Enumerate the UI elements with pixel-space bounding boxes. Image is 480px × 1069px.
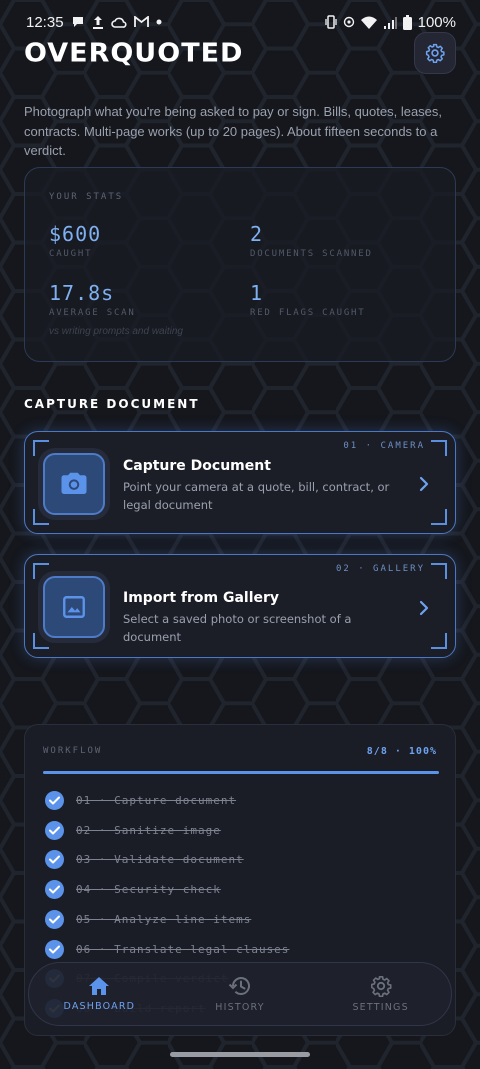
workflow-step: 02 · Sanitize image	[45, 820, 221, 840]
upload-icon	[92, 15, 104, 29]
workflow-step-label: 05 · Analyze line items	[76, 912, 252, 926]
stat-caught: $600 CAUGHT	[49, 222, 101, 259]
workflow-step: 06 · Translate legal clauses	[45, 939, 290, 959]
workflow-step: 01 · Capture document	[45, 791, 236, 810]
check-circle-icon	[45, 939, 64, 959]
gallery-card-subtitle: Select a saved photo or screenshot of a …	[123, 612, 352, 644]
history-icon	[228, 977, 250, 995]
chevron-right-icon	[419, 476, 429, 492]
gear-icon	[370, 976, 392, 997]
battery-icon	[402, 14, 412, 30]
check-circle-icon	[45, 820, 64, 840]
cloud-icon	[110, 16, 127, 28]
chat-notification-icon	[71, 15, 85, 29]
check-circle-icon	[45, 850, 64, 870]
camera-icon	[61, 472, 87, 494]
nav-dashboard[interactable]: DASHBOARD	[39, 976, 159, 1012]
stats-heading: YOUR STATS	[49, 192, 124, 202]
nav-dashboard-label: DASHBOARD	[63, 1001, 136, 1012]
check-circle-icon	[45, 791, 64, 810]
check-circle-icon	[45, 880, 64, 900]
bottom-navigation: DASHBOARD HISTORY SETTINGS	[28, 962, 452, 1026]
signal-icon	[383, 16, 397, 29]
nav-history-label: HISTORY	[215, 1002, 265, 1013]
workflow-progress-fill	[43, 771, 439, 774]
app-logo: OVERQUOTED	[24, 38, 244, 68]
stat-scanned-label: DOCUMENTS SCANNED	[250, 249, 373, 259]
workflow-step-label: 03 · Validate document	[76, 853, 244, 867]
check-circle-icon	[45, 909, 64, 929]
camera-card-tag: 01 · CAMERA	[343, 441, 425, 451]
workflow-progress-bar	[43, 771, 439, 774]
dashboard-screen: 12:35 100% OVERQUOTED Photograph what yo…	[0, 0, 480, 1069]
stat-flags-value: 1	[250, 281, 264, 305]
notification-dot-icon	[156, 19, 162, 25]
app-header: OVERQUOTED	[24, 30, 456, 76]
nav-settings-label: SETTINGS	[352, 1002, 409, 1013]
workflow-step-label: 01 · Capture document	[76, 794, 237, 807]
camera-card-subtitle: Point your camera at a quote, bill, cont…	[123, 480, 390, 512]
frame-corner	[431, 509, 447, 525]
camera-card-title: Capture Document	[123, 458, 271, 474]
camera-tile	[43, 453, 105, 515]
frame-corner	[431, 563, 447, 579]
workflow-step-label: 04 · Security check	[76, 883, 221, 897]
gallery-tile	[43, 576, 105, 638]
stat-flags: 1 RED FLAGS CAUGHT	[250, 281, 366, 318]
nav-history[interactable]: HISTORY	[180, 975, 300, 1013]
import-gallery-card[interactable]: 02 · GALLERY Import from Gallery Select …	[24, 554, 456, 658]
frame-corner	[33, 440, 49, 456]
stat-caught-value: $600	[49, 222, 102, 246]
workflow-progress-text: 8/8 · 100%	[366, 746, 437, 757]
workflow-heading: WORKFLOW	[43, 746, 103, 756]
frame-corner	[431, 633, 447, 649]
vibrate-icon	[324, 15, 337, 29]
workflow-step-label: 02 · Sanitize image	[76, 823, 221, 837]
workflow-step: 03 · Validate document	[45, 850, 244, 870]
gallery-card-title: Import from Gallery	[123, 590, 280, 606]
chevron-right-icon	[419, 600, 429, 616]
stat-scanned-value: 2	[250, 222, 264, 246]
workflow-step: 04 · Security check	[45, 880, 221, 900]
stats-card: YOUR STATS $600 CAUGHT 2 DOCUMENTS SCANN…	[24, 167, 456, 362]
intro-text: Photograph what you're being asked to pa…	[24, 104, 443, 158]
stats-note: vs writing prompts and waiting	[49, 326, 183, 337]
capture-section-title: CAPTURE DOCUMENT	[24, 397, 200, 411]
wifi-icon	[360, 16, 377, 29]
gear-icon	[425, 43, 445, 63]
gallery-card-tag: 02 · GALLERY	[335, 564, 425, 574]
stat-flags-label: RED FLAGS CAUGHT	[250, 308, 366, 318]
stat-scanned: 2 DOCUMENTS SCANNED	[250, 222, 373, 259]
workflow-step-label: 06 · Translate legal clauses	[76, 942, 290, 956]
home-icon	[89, 977, 110, 995]
stat-caught-label: CAUGHT	[49, 249, 93, 259]
gmail-icon	[133, 16, 149, 28]
battery-level: 100%	[417, 13, 456, 31]
image-icon	[63, 596, 85, 618]
settings-button[interactable]	[414, 32, 456, 74]
frame-corner	[431, 440, 447, 456]
status-time: 12:35	[26, 13, 64, 31]
workflow-step: 05 · Analyze line items	[45, 909, 252, 929]
nav-settings[interactable]: SETTINGS	[321, 975, 441, 1013]
capture-document-card[interactable]: 01 · CAMERA Capture Document Point your …	[24, 431, 456, 534]
hotspot-icon	[343, 16, 355, 28]
gesture-home-bar[interactable]	[170, 1052, 310, 1057]
stat-average-label: AVERAGE SCAN	[49, 308, 136, 318]
stat-average-value: 17.8s	[49, 281, 115, 305]
frame-corner	[33, 563, 49, 579]
stat-average: 17.8s AVERAGE SCAN	[49, 281, 136, 318]
